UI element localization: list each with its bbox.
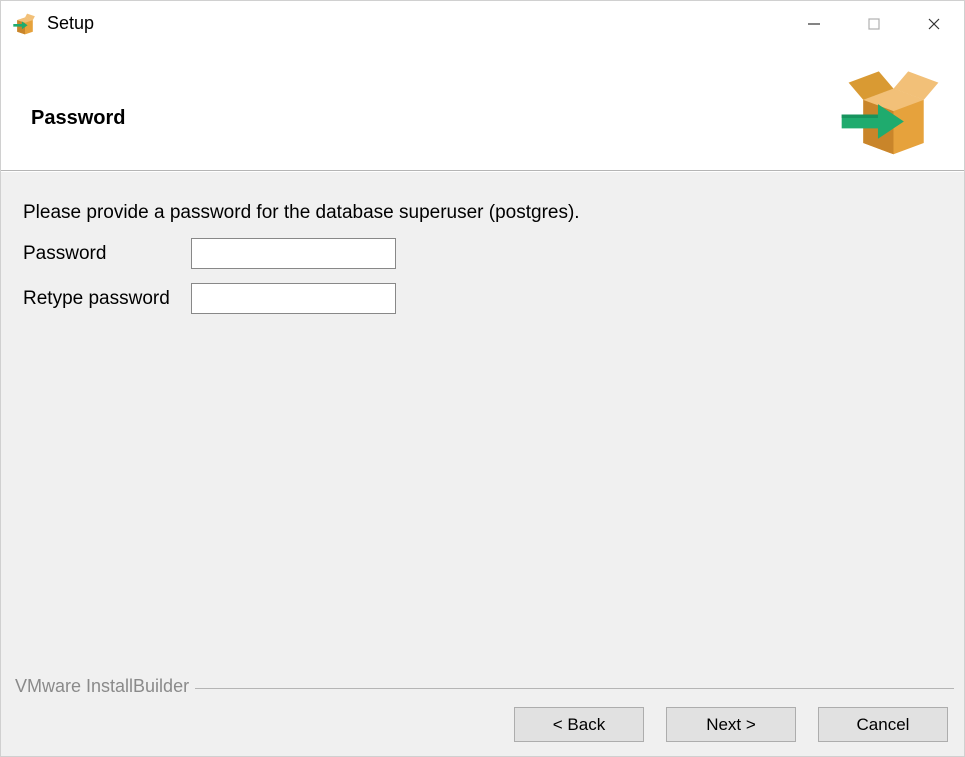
retype-password-label: Retype password — [23, 288, 191, 310]
wizard-body: Please provide a password for the databa… — [1, 171, 964, 756]
password-input[interactable] — [191, 238, 396, 269]
minimize-button[interactable] — [784, 1, 844, 46]
wizard-buttons: < Back Next > Cancel — [11, 707, 954, 756]
wizard-header: Password — [1, 46, 964, 171]
footer-divider — [195, 688, 954, 689]
wizard-footer: VMware InstallBuilder < Back Next > Canc… — [11, 676, 954, 756]
installer-box-icon — [841, 61, 946, 156]
titlebar: Setup — [1, 1, 964, 46]
password-label: Password — [23, 243, 191, 265]
setup-window: Setup Password — [0, 0, 965, 757]
app-icon — [11, 10, 39, 38]
page-title: Password — [31, 107, 841, 130]
next-button[interactable]: Next > — [666, 707, 796, 742]
window-title: Setup — [47, 13, 784, 34]
footer-frame: VMware InstallBuilder — [11, 676, 954, 697]
cancel-button[interactable]: Cancel — [818, 707, 948, 742]
retype-password-input[interactable] — [191, 283, 396, 314]
footer-frame-label: VMware InstallBuilder — [11, 676, 195, 697]
password-row: Password — [23, 238, 942, 269]
retype-password-row: Retype password — [23, 283, 942, 314]
instruction-text: Please provide a password for the databa… — [23, 202, 942, 224]
window-controls — [784, 1, 964, 46]
back-button[interactable]: < Back — [514, 707, 644, 742]
maximize-button[interactable] — [844, 1, 904, 46]
close-button[interactable] — [904, 1, 964, 46]
